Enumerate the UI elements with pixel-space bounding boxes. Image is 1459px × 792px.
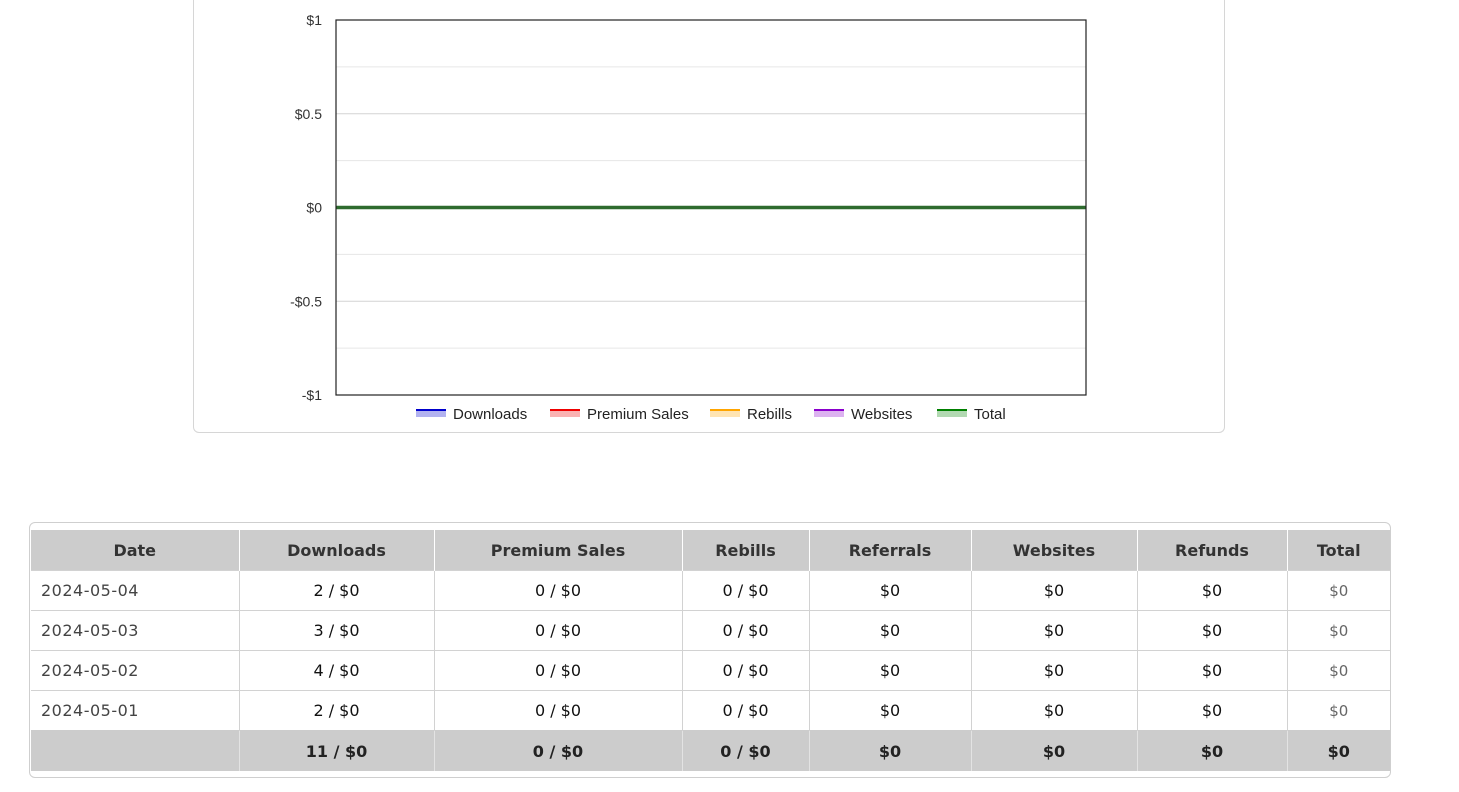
cell-websites: $0 [970,610,1137,651]
cell-premium-sales: 0 / $0 [433,610,682,651]
cell-total: $0 [1286,650,1390,691]
cell-downloads: 3 / $0 [238,610,434,651]
cell-refunds: $0 [1136,610,1287,651]
table-header-row: Date Downloads Premium Sales Rebills Ref… [31,530,1390,571]
cell-date: 2024-05-02 [31,650,239,691]
footer-downloads: 11 / $0 [238,730,434,771]
cell-referrals: $0 [808,690,971,731]
footer-rebills: 0 / $0 [681,730,809,771]
legend-swatch [710,410,740,417]
table-row: 2024-05-04 2 / $0 0 / $0 0 / $0 $0 $0 $0… [31,570,1390,611]
footer-date [31,730,239,771]
cell-rebills: 0 / $0 [681,650,809,691]
cell-downloads: 4 / $0 [238,650,434,691]
table-row: 2024-05-03 3 / $0 0 / $0 0 / $0 $0 $0 $0… [31,610,1390,651]
cell-date: 2024-05-04 [31,570,239,611]
header-referrals: Referrals [808,530,971,571]
cell-referrals: $0 [808,650,971,691]
header-rebills: Rebills [681,530,809,571]
stats-table-panel: Date Downloads Premium Sales Rebills Ref… [29,522,1391,778]
cell-date: 2024-05-01 [31,690,239,731]
header-refunds: Refunds [1136,530,1287,571]
y-tick-label: $0 [306,200,322,216]
header-websites: Websites [970,530,1137,571]
footer-referrals: $0 [808,730,971,771]
footer-premium-sales: 0 / $0 [433,730,682,771]
footer-websites: $0 [970,730,1137,771]
cell-websites: $0 [970,650,1137,691]
legend-swatch [550,410,580,417]
footer-total: $0 [1286,730,1390,771]
cell-websites: $0 [970,690,1137,731]
stats-table: Date Downloads Premium Sales Rebills Ref… [31,530,1390,771]
y-tick-label: $0.5 [295,106,322,122]
legend-swatch [814,410,844,417]
footer-refunds: $0 [1136,730,1287,771]
y-tick-label: -$1 [302,387,322,403]
legend-swatch [937,410,967,417]
cell-total: $0 [1286,690,1390,731]
cell-rebills: 0 / $0 [681,690,809,731]
cell-total: $0 [1286,610,1390,651]
table-footer-row: 11 / $0 0 / $0 0 / $0 $0 $0 $0 $0 [31,730,1390,771]
table-row: 2024-05-01 2 / $0 0 / $0 0 / $0 $0 $0 $0… [31,690,1390,731]
legend-label: Total [974,406,1006,423]
cell-premium-sales: 0 / $0 [433,690,682,731]
cell-referrals: $0 [808,570,971,611]
cell-downloads: 2 / $0 [238,690,434,731]
cell-date: 2024-05-03 [31,610,239,651]
table-row: 2024-05-02 4 / $0 0 / $0 0 / $0 $0 $0 $0… [31,650,1390,691]
earnings-chart: $1 $0.5 $0 -$0.5 -$1 Downloads Premium Sales Re… [290,12,1087,423]
y-tick-label: -$0.5 [290,293,322,309]
header-date: Date [31,530,239,571]
header-downloads: Downloads [238,530,434,571]
cell-premium-sales: 0 / $0 [433,570,682,611]
cell-total: $0 [1286,570,1390,611]
legend-label: Premium Sales [587,406,689,423]
cell-rebills: 0 / $0 [681,610,809,651]
cell-refunds: $0 [1136,570,1287,611]
y-tick-label: $1 [306,12,322,28]
legend-label: Downloads [453,406,527,423]
cell-refunds: $0 [1136,650,1287,691]
cell-refunds: $0 [1136,690,1287,731]
cell-websites: $0 [970,570,1137,611]
earnings-chart-panel: $1 $0.5 $0 -$0.5 -$1 Downloads Premium Sales Re… [193,0,1225,433]
cell-downloads: 2 / $0 [238,570,434,611]
header-premium-sales: Premium Sales [433,530,682,571]
legend-label: Rebills [747,406,792,423]
cell-referrals: $0 [808,610,971,651]
legend-swatch [416,410,446,417]
cell-rebills: 0 / $0 [681,570,809,611]
legend-label: Websites [851,406,912,423]
header-total: Total [1286,530,1390,571]
cell-premium-sales: 0 / $0 [433,650,682,691]
